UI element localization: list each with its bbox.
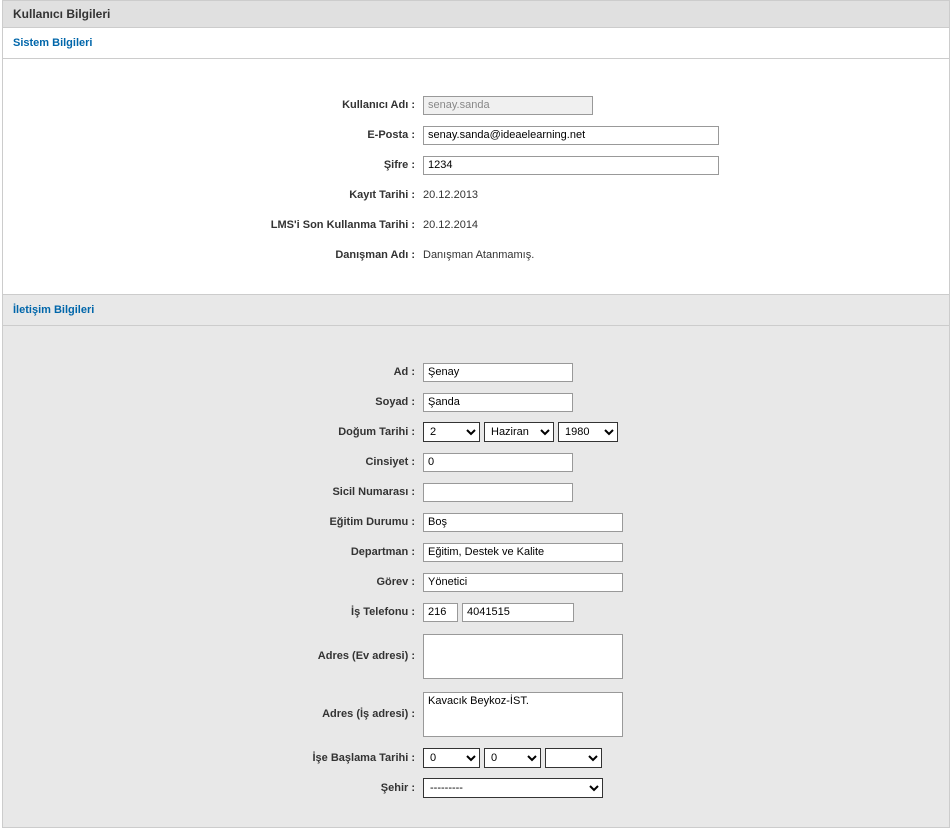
workphone-number-input[interactable] <box>462 603 574 622</box>
startdate-month-select[interactable]: 0 <box>484 748 541 768</box>
username-row: Kullanıcı Adı : <box>23 94 929 116</box>
advisor-row: Danışman Adı : Danışman Atanmamış. <box>23 244 929 266</box>
education-input[interactable] <box>423 513 623 532</box>
password-input[interactable] <box>423 156 719 175</box>
advisor-value: Danışman Atanmamış. <box>423 249 534 261</box>
regdate-value: 20.12.2013 <box>423 189 478 201</box>
birthday-month-select[interactable]: Haziran <box>484 422 554 442</box>
password-label: Şifre : <box>23 159 423 171</box>
department-row: Departman : <box>23 541 929 563</box>
education-row: Eğitim Durumu : <box>23 511 929 533</box>
contact-info-panel: İletişim Bilgileri Ad : Soyad : Doğum Ta… <box>2 295 950 828</box>
gender-input[interactable] <box>423 453 573 472</box>
employeeno-label: Sicil Numarası : <box>23 486 423 498</box>
lmsexpiry-value: 20.12.2014 <box>423 219 478 231</box>
gender-row: Cinsiyet : <box>23 451 929 473</box>
regdate-row: Kayıt Tarihi : 20.12.2013 <box>23 184 929 206</box>
system-info-form: Kullanıcı Adı : E-Posta : Şifre : Kayıt … <box>3 59 949 294</box>
workphone-row: İş Telefonu : <box>23 601 929 623</box>
workphone-label: İş Telefonu : <box>23 606 423 618</box>
birthdate-label: Doğum Tarihi : <box>23 426 423 438</box>
password-row: Şifre : <box>23 154 929 176</box>
lastname-label: Soyad : <box>23 396 423 408</box>
startdate-label: İşe Başlama Tarihi : <box>23 752 423 764</box>
homeaddress-label: Adres (Ev adresi) : <box>23 650 423 662</box>
role-input[interactable] <box>423 573 623 592</box>
contact-info-header: İletişim Bilgileri <box>3 295 949 326</box>
department-input[interactable] <box>423 543 623 562</box>
workaddress-label: Adres (İş adresi) : <box>23 708 423 720</box>
lastname-row: Soyad : <box>23 391 929 413</box>
homeaddress-textarea[interactable] <box>423 634 623 679</box>
workphone-area-input[interactable] <box>423 603 458 622</box>
lmsexpiry-label: LMS'i Son Kullanma Tarihi : <box>23 219 423 231</box>
email-input[interactable] <box>423 126 719 145</box>
employeeno-input[interactable] <box>423 483 573 502</box>
education-label: Eğitim Durumu : <box>23 516 423 528</box>
lastname-input[interactable] <box>423 393 573 412</box>
firstname-label: Ad : <box>23 366 423 378</box>
username-input <box>423 96 593 115</box>
startdate-year-select[interactable] <box>545 748 602 768</box>
city-label: Şehir : <box>23 782 423 794</box>
city-select[interactable]: --------- <box>423 778 603 798</box>
birthday-year-select[interactable]: 1980 <box>558 422 618 442</box>
employeeno-row: Sicil Numarası : <box>23 481 929 503</box>
department-label: Departman : <box>23 546 423 558</box>
role-label: Görev : <box>23 576 423 588</box>
firstname-row: Ad : <box>23 361 929 383</box>
lmsexpiry-row: LMS'i Son Kullanma Tarihi : 20.12.2014 <box>23 214 929 236</box>
firstname-input[interactable] <box>423 363 573 382</box>
system-info-panel: Sistem Bilgileri Kullanıcı Adı : E-Posta… <box>2 28 950 295</box>
workaddress-row: Adres (İş adresi) : <box>23 689 929 739</box>
email-row: E-Posta : <box>23 124 929 146</box>
birthdate-row: Doğum Tarihi : 2 Haziran 1980 <box>23 421 929 443</box>
regdate-label: Kayıt Tarihi : <box>23 189 423 201</box>
system-info-header: Sistem Bilgileri <box>3 28 949 59</box>
homeaddress-row: Adres (Ev adresi) : <box>23 631 929 681</box>
workaddress-textarea[interactable] <box>423 692 623 737</box>
advisor-label: Danışman Adı : <box>23 249 423 261</box>
contact-info-form: Ad : Soyad : Doğum Tarihi : 2 Haziran <box>3 326 949 827</box>
role-row: Görev : <box>23 571 929 593</box>
page-title: Kullanıcı Bilgileri <box>2 0 950 28</box>
email-label: E-Posta : <box>23 129 423 141</box>
gender-label: Cinsiyet : <box>23 456 423 468</box>
city-row: Şehir : --------- <box>23 777 929 799</box>
startdate-row: İşe Başlama Tarihi : 0 0 <box>23 747 929 769</box>
username-label: Kullanıcı Adı : <box>23 99 423 111</box>
birthday-day-select[interactable]: 2 <box>423 422 480 442</box>
startdate-day-select[interactable]: 0 <box>423 748 480 768</box>
